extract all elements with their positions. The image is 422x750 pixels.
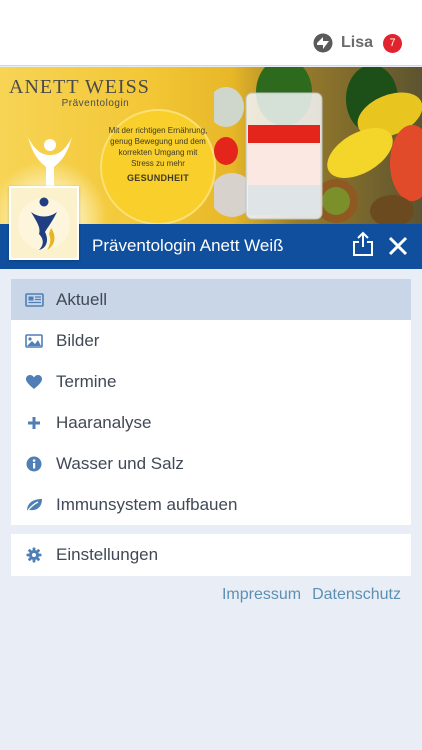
impressum-link[interactable]: Impressum [222,586,301,604]
menu-item-label: Termine [56,371,117,391]
brand-subtitle: Präventologin [61,98,130,109]
user-name: Lisa [340,34,373,51]
fruit-and-water-image [214,67,422,224]
share-icon[interactable] [352,231,374,257]
menu-item-bilder[interactable]: Bilder [11,320,411,361]
menu-item-aktuell[interactable]: Aktuell [11,279,411,320]
menu-item-immunsystem-aufbauen[interactable]: Immunsystem aufbauen [11,484,411,525]
settings-label: Einstellungen [56,545,159,564]
slogan-circle: Mit der richtigen Ernährung, genug Beweg… [100,109,216,224]
footer-links: Impressum Datenschutz [222,586,401,604]
menu-item-label: Bilder [56,330,100,350]
notification-badge[interactable]: 7 [383,33,402,53]
menu-item-label: Immunsystem aufbauen [56,494,238,514]
close-icon[interactable] [387,235,409,257]
top-bar: Lisa 7 [0,0,422,66]
gear-icon [24,545,44,565]
leaf-icon [24,495,44,515]
datenschutz-link[interactable]: Datenschutz [312,586,401,604]
banner-brand: ANETT WEISS Präventologin [9,76,150,109]
menu-item-label: Wasser und Salz [56,453,184,473]
plus-icon [24,413,44,433]
menu-item-label: Aktuell [56,289,108,309]
menu-item-termine[interactable]: Termine [11,361,411,402]
menu-item-haaranalyse[interactable]: Haaranalyse [11,402,411,443]
brand-logo [9,186,79,260]
page-title: Präventologin Anett Weiß [92,236,284,255]
app-logo-icon [313,33,333,53]
user-menu[interactable]: Lisa 7 [313,33,402,53]
main-menu: Aktuell Bilder Termine Haaranalyse Wasse… [11,279,411,525]
slogan-title: GESUNDHEIT [126,173,189,183]
image-icon [24,331,44,351]
info-icon [24,454,44,474]
menu-item-label: Haaranalyse [56,412,152,432]
menu-item-einstellungen[interactable]: Einstellungen [11,534,411,576]
slogan-body: Mit der richtigen Ernährung, genug Beweg… [108,126,208,168]
heart-icon [24,372,44,392]
menu-item-wasser-und-salz[interactable]: Wasser und Salz [11,443,411,484]
newspaper-icon [24,290,44,310]
brand-name: ANETT WEISS [9,76,150,98]
